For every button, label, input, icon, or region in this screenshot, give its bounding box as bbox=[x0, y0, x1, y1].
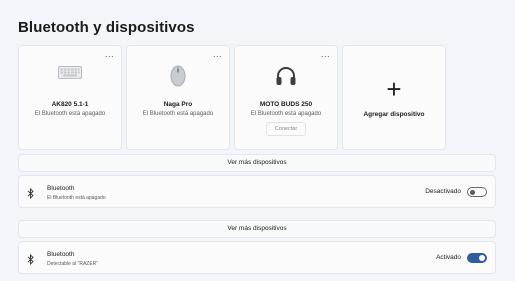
bluetooth-setting-row[interactable]: Bluetooth Detectable al "RAZER" Activado bbox=[18, 241, 496, 274]
bluetooth-state-label: Activado bbox=[436, 254, 461, 261]
device-card-ak820[interactable]: ... AK820 5.1-1 El Bluetooth está apagad… bbox=[18, 45, 122, 150]
headphones-icon bbox=[275, 66, 297, 91]
connect-button[interactable]: Conectar bbox=[266, 122, 306, 136]
view-more-devices-button[interactable]: Ver más dispositivos bbox=[18, 220, 496, 238]
bluetooth-subtitle: Detectable al "RAZER" bbox=[47, 261, 99, 267]
bluetooth-setting-row[interactable]: Bluetooth El Bluetooth está apagado Desa… bbox=[18, 175, 496, 208]
bluetooth-icon bbox=[27, 252, 35, 270]
bluetooth-title: Bluetooth bbox=[47, 185, 75, 192]
device-card-naga-pro[interactable]: ... Naga Pro El Bluetooth está apagado bbox=[126, 45, 230, 150]
bluetooth-toggle[interactable] bbox=[467, 187, 487, 197]
keyboard-icon bbox=[58, 66, 82, 84]
add-device-card[interactable]: + Agregar dispositivo bbox=[342, 45, 446, 150]
more-options-icon[interactable]: ... bbox=[321, 49, 330, 59]
more-options-icon[interactable]: ... bbox=[105, 49, 114, 59]
device-name: AK820 5.1-1 bbox=[51, 101, 89, 108]
device-status: El Bluetooth está apagado bbox=[142, 111, 214, 117]
device-name: Naga Pro bbox=[163, 101, 193, 108]
toggle-knob bbox=[479, 255, 485, 261]
plus-icon: + bbox=[386, 74, 402, 104]
bluetooth-toggle[interactable] bbox=[467, 253, 487, 263]
device-name: MOTO BUDS 250 bbox=[259, 101, 313, 108]
device-status: El Bluetooth está apagado bbox=[34, 111, 106, 117]
add-device-label: Agregar dispositivo bbox=[363, 111, 425, 118]
bluetooth-subtitle: El Bluetooth está apagado bbox=[47, 195, 106, 201]
bluetooth-title: Bluetooth bbox=[47, 251, 75, 258]
bluetooth-icon bbox=[27, 186, 35, 204]
device-status: El Bluetooth está apagado bbox=[250, 111, 322, 117]
view-more-devices-button[interactable]: Ver más dispositivos bbox=[18, 154, 496, 172]
mouse-icon bbox=[170, 65, 186, 92]
more-options-icon[interactable]: ... bbox=[213, 49, 222, 59]
page-title: Bluetooth y dispositivos bbox=[18, 19, 195, 36]
toggle-knob bbox=[470, 189, 475, 195]
bluetooth-state-label: Desactivado bbox=[425, 188, 461, 195]
